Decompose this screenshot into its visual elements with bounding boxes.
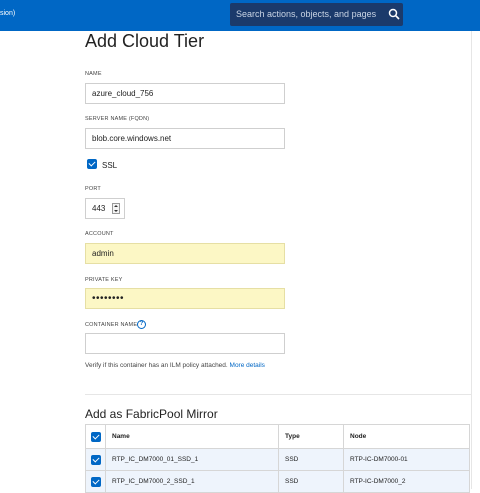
select-all-checkbox[interactable] xyxy=(91,431,101,442)
ssl-checkbox[interactable] xyxy=(87,159,97,169)
global-search-box[interactable]: Search actions, objects, and pages xyxy=(230,3,403,26)
row-node-cell: RTP-IC-DM7000-01 xyxy=(343,448,470,471)
row-checkbox[interactable] xyxy=(91,454,101,465)
page-title: Add Cloud Tier xyxy=(85,31,205,51)
container-name-field[interactable] xyxy=(85,333,285,354)
column-header-name[interactable]: Name xyxy=(105,424,279,449)
help-icon[interactable]: ? xyxy=(137,320,146,329)
table-row[interactable]: RTP_IC_DM7000_2_SSD_1 SSD RTP-IC-DM7000_… xyxy=(85,470,470,493)
server-name-label: SERVER NAME (FQDN) xyxy=(85,116,150,122)
column-header-type[interactable]: Type xyxy=(278,424,344,449)
stepper-arrows-icon[interactable] xyxy=(112,203,120,214)
topbar-left-text: sion) xyxy=(0,10,16,17)
table-header-row: Name Type Node xyxy=(85,424,470,449)
row-type-cell: SSD xyxy=(278,470,344,493)
row-checkbox[interactable] xyxy=(91,476,101,487)
port-stepper[interactable]: 443 xyxy=(85,198,125,219)
row-node-cell: RTP-IC-DM7000_2 xyxy=(343,470,470,493)
row-name-cell: RTP_IC_DM7000_2_SSD_1 xyxy=(105,470,279,493)
mirror-table: Name Type Node RTP_IC_DM7000_01_SSD_1 SS… xyxy=(85,424,470,493)
port-value[interactable]: 443 xyxy=(92,204,105,213)
row-name-cell: RTP_IC_DM7000_01_SSD_1 xyxy=(105,448,279,471)
row-select-cell[interactable] xyxy=(85,448,106,471)
more-details-link[interactable]: More details xyxy=(230,362,265,369)
private-key-label: PRIVATE KEY xyxy=(85,277,123,283)
account-label: ACCOUNT xyxy=(85,231,114,237)
row-select-cell[interactable] xyxy=(85,470,106,493)
ilm-policy-text: Verify if this container has an ILM poli… xyxy=(85,362,228,369)
ilm-policy-note: Verify if this container has an ILM poli… xyxy=(85,362,265,369)
name-field[interactable]: azure_cloud_756 xyxy=(85,83,285,104)
private-key-field[interactable]: •••••••• xyxy=(85,288,285,309)
fabricpool-mirror-title: Add as FabricPool Mirror xyxy=(85,407,218,421)
server-name-field[interactable]: blob.core.windows.net xyxy=(85,128,285,149)
account-field[interactable]: admin xyxy=(85,243,285,264)
search-input[interactable]: Search actions, objects, and pages xyxy=(236,9,376,19)
ssl-label: SSL xyxy=(102,161,118,170)
column-header-node[interactable]: Node xyxy=(343,424,470,449)
name-label: NAME xyxy=(85,71,102,77)
section-divider xyxy=(85,394,471,395)
table-row[interactable]: RTP_IC_DM7000_01_SSD_1 SSD RTP-IC-DM7000… xyxy=(85,448,470,471)
row-type-cell: SSD xyxy=(278,448,344,471)
select-all-cell[interactable] xyxy=(85,424,106,449)
content-edge xyxy=(471,31,472,489)
search-icon[interactable] xyxy=(388,8,400,20)
port-label: PORT xyxy=(85,186,101,192)
container-name-label: CONTAINER NAME xyxy=(85,322,138,328)
top-bar: sion) Search actions, objects, and pages xyxy=(0,0,480,31)
